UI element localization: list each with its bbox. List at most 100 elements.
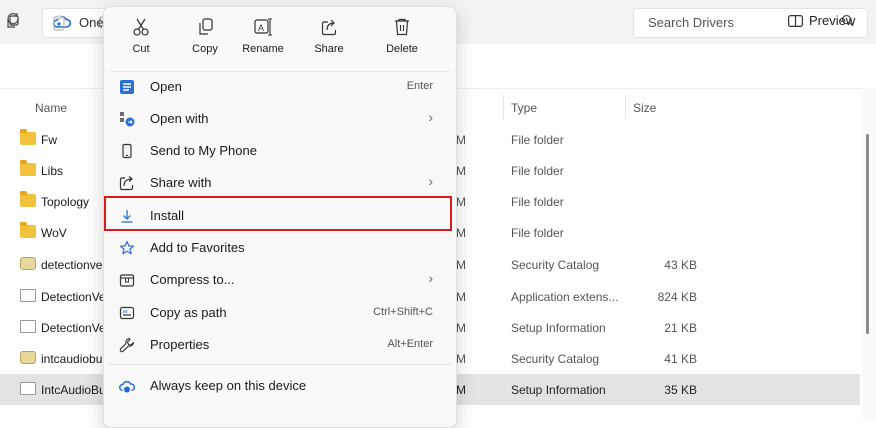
date-fragment: M xyxy=(456,321,466,335)
copy-path-icon xyxy=(119,305,135,321)
menu-item-share-with[interactable]: Share with › xyxy=(109,168,451,198)
copy-icon xyxy=(177,17,233,37)
date-fragment: M xyxy=(456,290,466,304)
setup-information-icon xyxy=(20,382,36,395)
menu-item-add-to-favorites[interactable]: Add to Favorites xyxy=(109,233,451,263)
menu-item-compress-to[interactable]: Compress to... › xyxy=(109,265,451,295)
open-with-icon xyxy=(119,111,135,127)
column-header-name[interactable]: Name xyxy=(35,101,67,115)
menu-item-label: Add to Favorites xyxy=(150,240,245,255)
preview-label: Preview xyxy=(809,13,856,28)
dll-file-icon xyxy=(20,289,36,302)
menu-item-copy-as-path[interactable]: Copy as path Ctrl+Shift+C xyxy=(109,298,451,328)
chevron-right-icon: › xyxy=(428,109,433,125)
cut-button[interactable]: Cut xyxy=(113,7,169,65)
date-fragment: M xyxy=(456,164,466,178)
menu-item-open[interactable]: Open Enter xyxy=(109,72,451,102)
phone-icon xyxy=(119,143,135,159)
security-catalog-icon xyxy=(20,257,36,270)
search-placeholder: Search Drivers xyxy=(648,15,734,30)
security-catalog-icon xyxy=(20,351,36,364)
menu-item-label: Send to My Phone xyxy=(150,143,257,158)
menu-item-label: Open xyxy=(150,79,182,94)
menu-item-label: Compress to... xyxy=(150,272,235,287)
cut-label: Cut xyxy=(132,43,150,55)
rename-button[interactable]: A Rename xyxy=(235,7,291,65)
file-name: Libs xyxy=(41,164,64,178)
chevron-right-icon: › xyxy=(428,270,433,286)
file-size: 43 KB xyxy=(664,258,697,272)
chevron-right-icon: › xyxy=(428,173,433,189)
file-size: 21 KB xyxy=(664,321,697,335)
folder-icon xyxy=(20,129,36,145)
copy-label: Copy xyxy=(192,43,218,55)
context-menu: Cut Copy A Rename Share Delete Open Ente… xyxy=(103,6,457,428)
sync-cloud-icon xyxy=(119,378,135,394)
menu-item-always-keep[interactable]: Always keep on this device xyxy=(109,371,451,401)
command-bar-overflow-icon: ( xyxy=(98,14,103,29)
file-name: Fw xyxy=(41,133,57,147)
file-size: 41 KB xyxy=(664,352,697,366)
menu-item-install[interactable]: Install xyxy=(109,201,451,231)
menu-item-label: Install xyxy=(150,208,184,223)
file-type: File folder xyxy=(511,164,564,178)
file-name: WoV xyxy=(41,226,67,240)
folder-icon xyxy=(20,160,36,176)
preview-button[interactable]: Preview xyxy=(788,13,855,28)
delete-label: Delete xyxy=(386,43,418,55)
file-name: DetectionVe xyxy=(41,321,106,335)
open-app-icon xyxy=(119,79,135,95)
preview-pane-icon xyxy=(788,15,803,27)
scrollbar-thumb[interactable] xyxy=(866,134,869,334)
file-type: File folder xyxy=(511,195,564,209)
scissors-icon xyxy=(113,17,169,37)
share-label: Share xyxy=(314,43,344,55)
zip-icon xyxy=(119,272,135,288)
menu-item-shortcut: Alt+Enter xyxy=(387,338,433,350)
menu-item-label: Open with xyxy=(150,111,209,126)
copy-button[interactable]: Copy xyxy=(177,7,233,65)
svg-text:A: A xyxy=(258,23,264,33)
menu-item-label: Copy as path xyxy=(150,305,227,320)
file-name: DetectionVe xyxy=(41,290,106,304)
menu-item-label: Always keep on this device xyxy=(150,378,307,393)
menu-item-shortcut: Enter xyxy=(406,80,433,92)
date-fragment: M xyxy=(456,352,466,366)
share-icon xyxy=(301,17,357,37)
column-header-size[interactable]: Size xyxy=(633,101,656,115)
folder-icon xyxy=(20,191,36,207)
setup-information-icon xyxy=(20,320,36,333)
column-divider[interactable] xyxy=(503,95,504,119)
delete-button[interactable]: Delete xyxy=(374,7,430,65)
menu-item-label: Share with xyxy=(150,175,212,190)
rename-label: Rename xyxy=(242,43,284,55)
file-size: 824 KB xyxy=(657,290,697,304)
date-fragment: M xyxy=(456,133,466,147)
column-divider[interactable] xyxy=(625,95,626,119)
share-button[interactable]: Share xyxy=(301,7,357,65)
share-with-icon xyxy=(119,175,135,191)
date-fragment: M xyxy=(456,258,466,272)
menu-item-open-with[interactable]: Open with › xyxy=(109,104,451,134)
column-header-type[interactable]: Type xyxy=(511,101,537,115)
wrench-icon xyxy=(119,337,135,353)
trash-icon xyxy=(374,17,430,37)
file-name: Topology xyxy=(41,195,90,209)
file-name: detectionve xyxy=(41,258,103,272)
menu-item-send-to-phone[interactable]: Send to My Phone xyxy=(109,136,451,166)
vertical-scrollbar[interactable] xyxy=(862,88,876,420)
file-name: intcaudiobu xyxy=(41,352,103,366)
folder-icon xyxy=(20,222,36,238)
file-type: File folder xyxy=(511,133,564,147)
star-icon xyxy=(119,240,135,256)
file-name: IntcAudioBu xyxy=(41,383,106,397)
download-icon xyxy=(119,208,135,224)
date-fragment: M xyxy=(456,195,466,209)
menu-item-properties[interactable]: Properties Alt+Enter xyxy=(109,330,451,360)
copy-icon[interactable] xyxy=(6,15,20,29)
paste-icon[interactable] xyxy=(52,15,66,31)
file-type: File folder xyxy=(511,226,564,240)
date-fragment: M xyxy=(456,226,466,240)
menu-item-shortcut: Ctrl+Shift+C xyxy=(373,306,433,318)
file-size: 35 KB xyxy=(664,383,697,397)
